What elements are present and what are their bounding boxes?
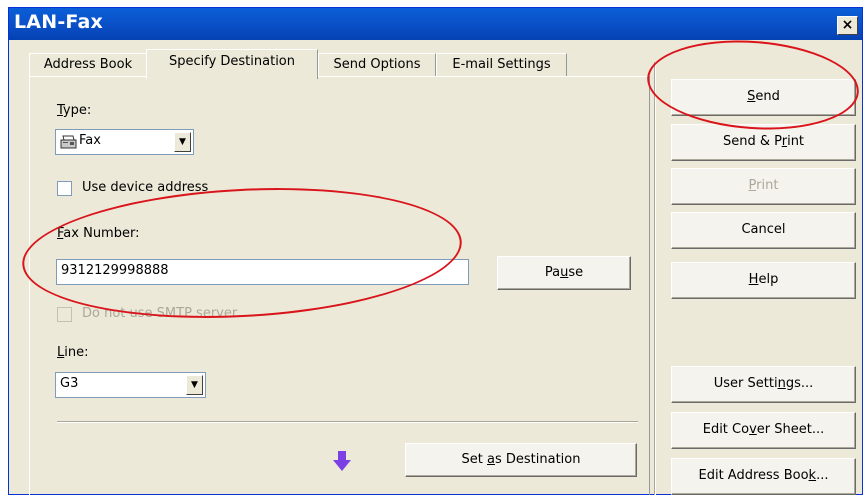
- fax-number-input[interactable]: 9312129998888: [56, 259, 469, 285]
- fax-machine-icon: [60, 135, 77, 149]
- down-arrow-icon: [333, 451, 351, 471]
- tab-email-settings[interactable]: E-mail Settings: [436, 53, 567, 77]
- tab-send-options[interactable]: Send Options: [318, 53, 436, 77]
- line-select[interactable]: G3 ▼: [55, 372, 206, 398]
- set-as-destination-button[interactable]: Set as Destination: [405, 443, 637, 477]
- send-print-button[interactable]: Send & Print: [671, 124, 856, 161]
- line-label: Line:: [57, 345, 89, 360]
- close-icon[interactable]: ×: [837, 16, 858, 35]
- edit-cover-sheet-button[interactable]: Edit Cover Sheet...: [671, 412, 856, 449]
- divider: [57, 421, 638, 423]
- chevron-down-icon[interactable]: ▼: [186, 375, 203, 395]
- type-select[interactable]: Fax ▼: [55, 129, 194, 155]
- title-bar[interactable]: LAN-Fax ×: [9, 8, 862, 40]
- vertical-divider: [654, 62, 656, 495]
- use-device-address-label: Use device address: [82, 180, 209, 195]
- smtp-label: Do not use SMTP server: [82, 306, 238, 321]
- help-button[interactable]: Help: [671, 262, 856, 299]
- print-button[interactable]: Print: [671, 168, 856, 205]
- send-button[interactable]: Send: [671, 79, 856, 116]
- smtp-checkbox[interactable]: [57, 307, 72, 322]
- type-value: Fax: [79, 133, 101, 148]
- tab-specify-destination[interactable]: Specify Destination: [146, 49, 318, 79]
- use-device-address-checkbox[interactable]: [57, 181, 72, 196]
- tab-address-book[interactable]: Address Book: [29, 53, 147, 77]
- chevron-down-icon[interactable]: ▼: [174, 132, 191, 152]
- line-value: G3: [60, 376, 79, 391]
- pause-button[interactable]: Pause: [497, 256, 631, 290]
- edit-address-book-button[interactable]: Edit Address Book...: [671, 458, 856, 495]
- window-title: LAN-Fax: [14, 11, 103, 33]
- cancel-button[interactable]: Cancel: [671, 212, 856, 249]
- type-label: Type:: [57, 103, 92, 118]
- fax-number-label: Fax Number:: [57, 226, 140, 241]
- user-settings-button[interactable]: User Settings...: [671, 366, 856, 403]
